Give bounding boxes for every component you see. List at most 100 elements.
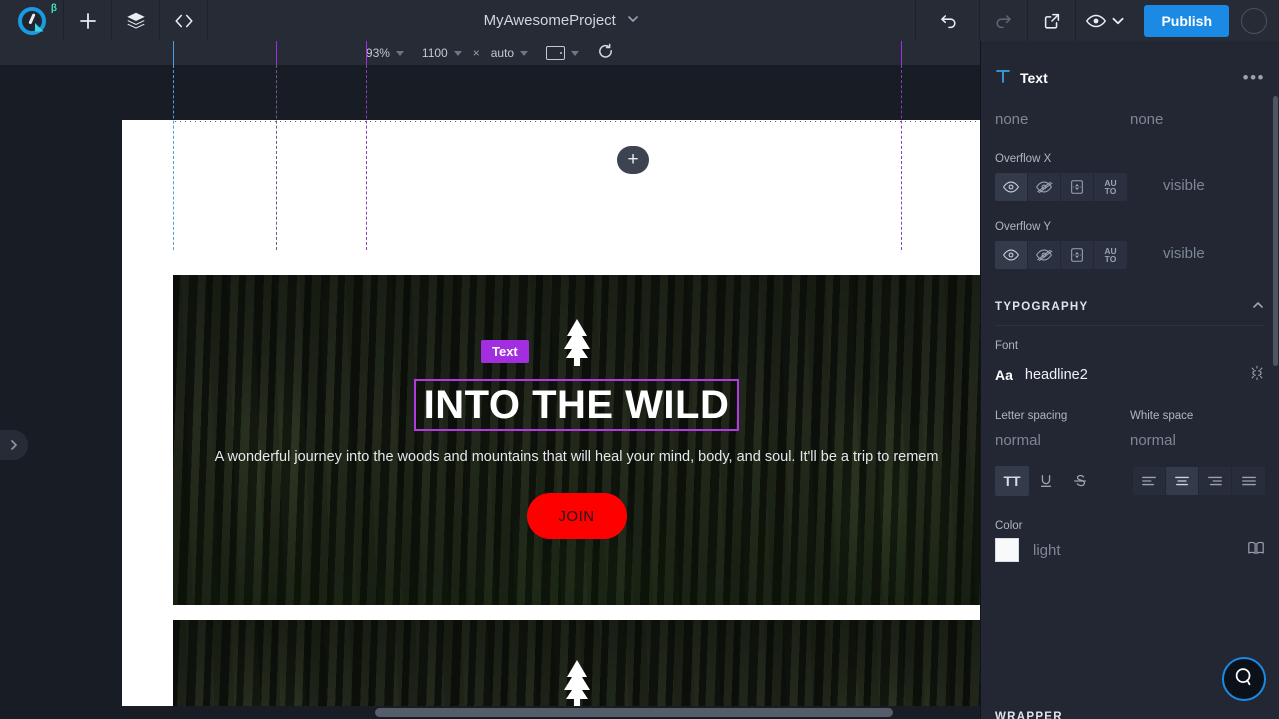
overflow-visible-button-x[interactable] [995, 173, 1028, 201]
canvas-width-dropdown[interactable]: 1100 [413, 46, 471, 60]
chevron-down-icon [571, 50, 580, 56]
auto-bottom: TO [1104, 254, 1117, 264]
overflow-scroll-button-y[interactable] [1061, 241, 1094, 269]
hero-content-1: INTO THE WILD A wonderful journey into t… [173, 275, 980, 605]
selection-label-badge[interactable]: Text [481, 340, 529, 363]
panel-header: Text ••• [981, 59, 1279, 97]
align-right-icon[interactable] [1199, 467, 1232, 495]
hero-section-1[interactable]: INTO THE WILD A wonderful journey into t… [173, 275, 980, 605]
chevron-down-icon [626, 12, 640, 30]
expand-left-panel-button[interactable] [0, 430, 28, 460]
chevron-up-icon[interactable] [1251, 298, 1265, 317]
book-icon[interactable] [1247, 540, 1265, 561]
typography-section-title: TYPOGRAPHY [995, 301, 1089, 313]
text-style-row: TT [981, 466, 1279, 496]
overflow-auto-label: AU TO [1104, 178, 1117, 196]
font-value[interactable]: headline2 [1025, 367, 1088, 383]
external-link-icon [1042, 11, 1062, 31]
add-element-button[interactable] [64, 0, 112, 41]
align-justify-icon[interactable] [1232, 467, 1265, 495]
project-title-dropdown[interactable]: MyAwesomeProject [208, 0, 915, 41]
pine-tree-icon [557, 317, 597, 374]
canvas-area[interactable]: + INTO THE WILD A wonderful journey into… [0, 65, 980, 719]
top-value-right: none [1130, 105, 1265, 133]
strikethrough-icon[interactable] [1063, 466, 1097, 496]
auto-bottom: TO [1104, 186, 1117, 196]
overflow-x-value[interactable]: visible [1163, 177, 1205, 194]
overflow-auto-button-x[interactable]: AU TO [1094, 173, 1127, 201]
refresh-icon [597, 43, 614, 63]
canvas-height-dropdown[interactable]: auto [482, 46, 537, 60]
text-T-icon [995, 68, 1011, 89]
panel-title: Text [1020, 70, 1048, 86]
zoom-level-dropdown[interactable]: 93% [357, 46, 413, 60]
hero-subtitle-1[interactable]: A wonderful journey into the woods and m… [215, 449, 939, 465]
canvas-option-bar: 93% 1100 × auto [0, 41, 980, 65]
canvas-horizontal-scrollbar[interactable] [0, 706, 980, 719]
avatar[interactable] [1241, 7, 1267, 34]
underline-icon[interactable] [1029, 466, 1063, 496]
app-logo-icon [17, 6, 46, 35]
text-align-group [1133, 467, 1265, 495]
undo-button[interactable] [915, 0, 979, 41]
panel-scrollbar-thumb[interactable] [1273, 96, 1278, 366]
publish-button[interactable]: Publish [1144, 4, 1229, 37]
scrollbar-thumb[interactable] [375, 708, 893, 717]
top-values-row: none none [981, 105, 1279, 133]
unlink-icon[interactable] [1249, 365, 1265, 386]
device-preset-dropdown[interactable] [537, 46, 588, 60]
add-section-button[interactable]: + [617, 146, 649, 174]
canvas-height-value: auto [490, 46, 515, 60]
hero-title-1[interactable]: INTO THE WILD [413, 379, 740, 431]
help-chat-button[interactable] [1222, 657, 1266, 701]
open-external-button[interactable] [1027, 0, 1075, 41]
redo-icon [994, 11, 1014, 31]
font-label-wrap: Font [981, 340, 1279, 352]
color-label: Color [995, 520, 1023, 532]
overflow-visible-button-y[interactable] [995, 241, 1028, 269]
refresh-canvas-button[interactable] [588, 43, 623, 63]
overflow-scroll-button-x[interactable] [1061, 173, 1094, 201]
overflow-hidden-button-y[interactable] [1028, 241, 1061, 269]
letter-spacing-value[interactable]: normal [995, 426, 1130, 454]
white-space-value[interactable]: normal [1130, 426, 1265, 454]
dimension-separator: × [472, 46, 480, 60]
redo-button[interactable] [979, 0, 1027, 41]
hero-section-2[interactable]: INTO THE WILD [173, 620, 980, 719]
typography-divider [995, 325, 1265, 326]
align-left-icon[interactable] [1133, 467, 1166, 495]
align-center-icon[interactable] [1166, 467, 1199, 495]
hero-content-2: INTO THE WILD [173, 620, 980, 719]
preview-chevron-down-icon [1110, 13, 1126, 29]
code-icon [173, 11, 195, 31]
overflow-y-segmented-control[interactable]: AU TO [995, 241, 1127, 269]
overflow-hidden-button-x[interactable] [1028, 173, 1061, 201]
overflow-auto-button-y[interactable]: AU TO [1094, 241, 1127, 269]
overflow-auto-label: AU TO [1104, 246, 1117, 264]
preview-button[interactable] [1075, 0, 1134, 41]
overflow-x-segmented-control[interactable]: AU TO [995, 173, 1127, 201]
top-value-left-field[interactable]: none [995, 105, 1130, 133]
layers-button[interactable] [112, 0, 160, 41]
overflow-y-value[interactable]: visible [1163, 245, 1205, 262]
properties-panel: Text ••• none none Overflow X AU TO visi… [980, 41, 1279, 719]
overflow-y-label: Overflow Y [995, 221, 1052, 233]
color-row: light [981, 538, 1279, 562]
typography-section-header[interactable]: TYPOGRAPHY [981, 289, 1279, 325]
chevron-down-icon [453, 50, 462, 56]
app-logo-button[interactable]: β [0, 0, 64, 41]
code-view-button[interactable] [160, 0, 208, 41]
page-canvas[interactable]: INTO THE WILD A wonderful journey into t… [122, 120, 980, 719]
next-section-title: WRAPPER [995, 711, 1063, 719]
section-drop-indicator [173, 121, 980, 122]
panel-more-menu-button[interactable]: ••• [1243, 68, 1265, 88]
color-value[interactable]: light [1033, 542, 1061, 559]
top-value-right-field[interactable]: none [1130, 105, 1265, 133]
font-row[interactable]: Aa headline2 [981, 358, 1279, 392]
join-button[interactable]: JOIN [526, 493, 627, 539]
plus-icon [78, 11, 98, 31]
uppercase-TT-icon[interactable]: TT [995, 466, 1029, 496]
overflow-x-group: Overflow X [981, 153, 1279, 165]
color-swatch[interactable] [995, 538, 1019, 562]
letter-spacing-group: Letter spacing normal [995, 410, 1130, 454]
